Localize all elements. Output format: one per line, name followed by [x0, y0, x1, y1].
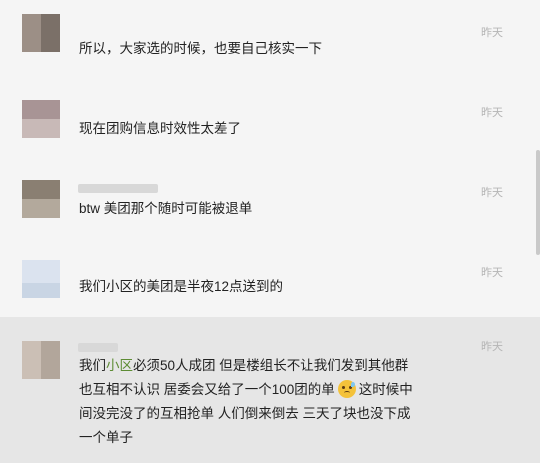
sender-name: [78, 182, 158, 194]
scrollbar-thumb[interactable]: [536, 150, 540, 255]
message-time: 昨天: [481, 267, 503, 279]
message-time: 昨天: [481, 107, 503, 119]
sender-name-blurred: [78, 183, 158, 193]
sweat-smile-emoji-icon: [337, 380, 356, 398]
sender-name: [78, 341, 118, 353]
message-text: 我们小区必须50人成团 但是楼组长不让我们发到其他群 也互相不认识 居委会又给了…: [79, 354, 454, 450]
message-text-segment: 一个单子: [79, 430, 133, 445]
avatar[interactable]: [22, 341, 60, 379]
message-item[interactable]: 昨天 我们小区的美团是半夜12点送到的: [0, 240, 540, 317]
avatar[interactable]: [22, 260, 60, 298]
message-time: 昨天: [481, 341, 503, 353]
message-text-segment: 这时候中: [358, 382, 413, 397]
message-time: 昨天: [481, 27, 503, 39]
message-text-segment: 间没完没了的互相抢单 人们倒来倒去 三天了块也没下成: [79, 406, 411, 421]
avatar[interactable]: [22, 14, 60, 52]
chat-message-list[interactable]: 昨天 所以，大家选的时候，也要自己核实一下 昨天 现在团购信息时效性太差了 昨天…: [0, 0, 540, 463]
message-text: 我们小区的美团是半夜12点送到的: [79, 279, 284, 294]
sender-name-blurred: [78, 342, 118, 352]
highlighted-keyword: 小区: [106, 358, 133, 373]
message-text: 现在团购信息时效性太差了: [79, 121, 241, 136]
message-text: 所以，大家选的时候，也要自己核实一下: [79, 41, 322, 56]
avatar[interactable]: [22, 100, 60, 138]
message-time: 昨天: [481, 187, 503, 199]
message-item[interactable]: 昨天 所以，大家选的时候，也要自己核实一下: [0, 0, 540, 80]
message-item-selected[interactable]: 昨天 我们小区必须50人成团 但是楼组长不让我们发到其他群 也互相不认识 居委会…: [0, 317, 540, 463]
message-text-segment: 必须50人成团 但是楼组长不让我们发到其他群: [133, 358, 409, 373]
message-text: btw 美团那个随时可能被退单: [79, 201, 253, 216]
sweat-drop: [350, 382, 355, 387]
message-item[interactable]: 昨天 btw 美团那个随时可能被退单: [0, 160, 540, 240]
message-item[interactable]: 昨天 现在团购信息时效性太差了: [0, 80, 540, 160]
message-text-segment: 我们: [79, 358, 106, 373]
message-text-segment: 也互相不认识 居委会又给了一个100团的单: [79, 382, 335, 397]
avatar[interactable]: [22, 180, 60, 218]
